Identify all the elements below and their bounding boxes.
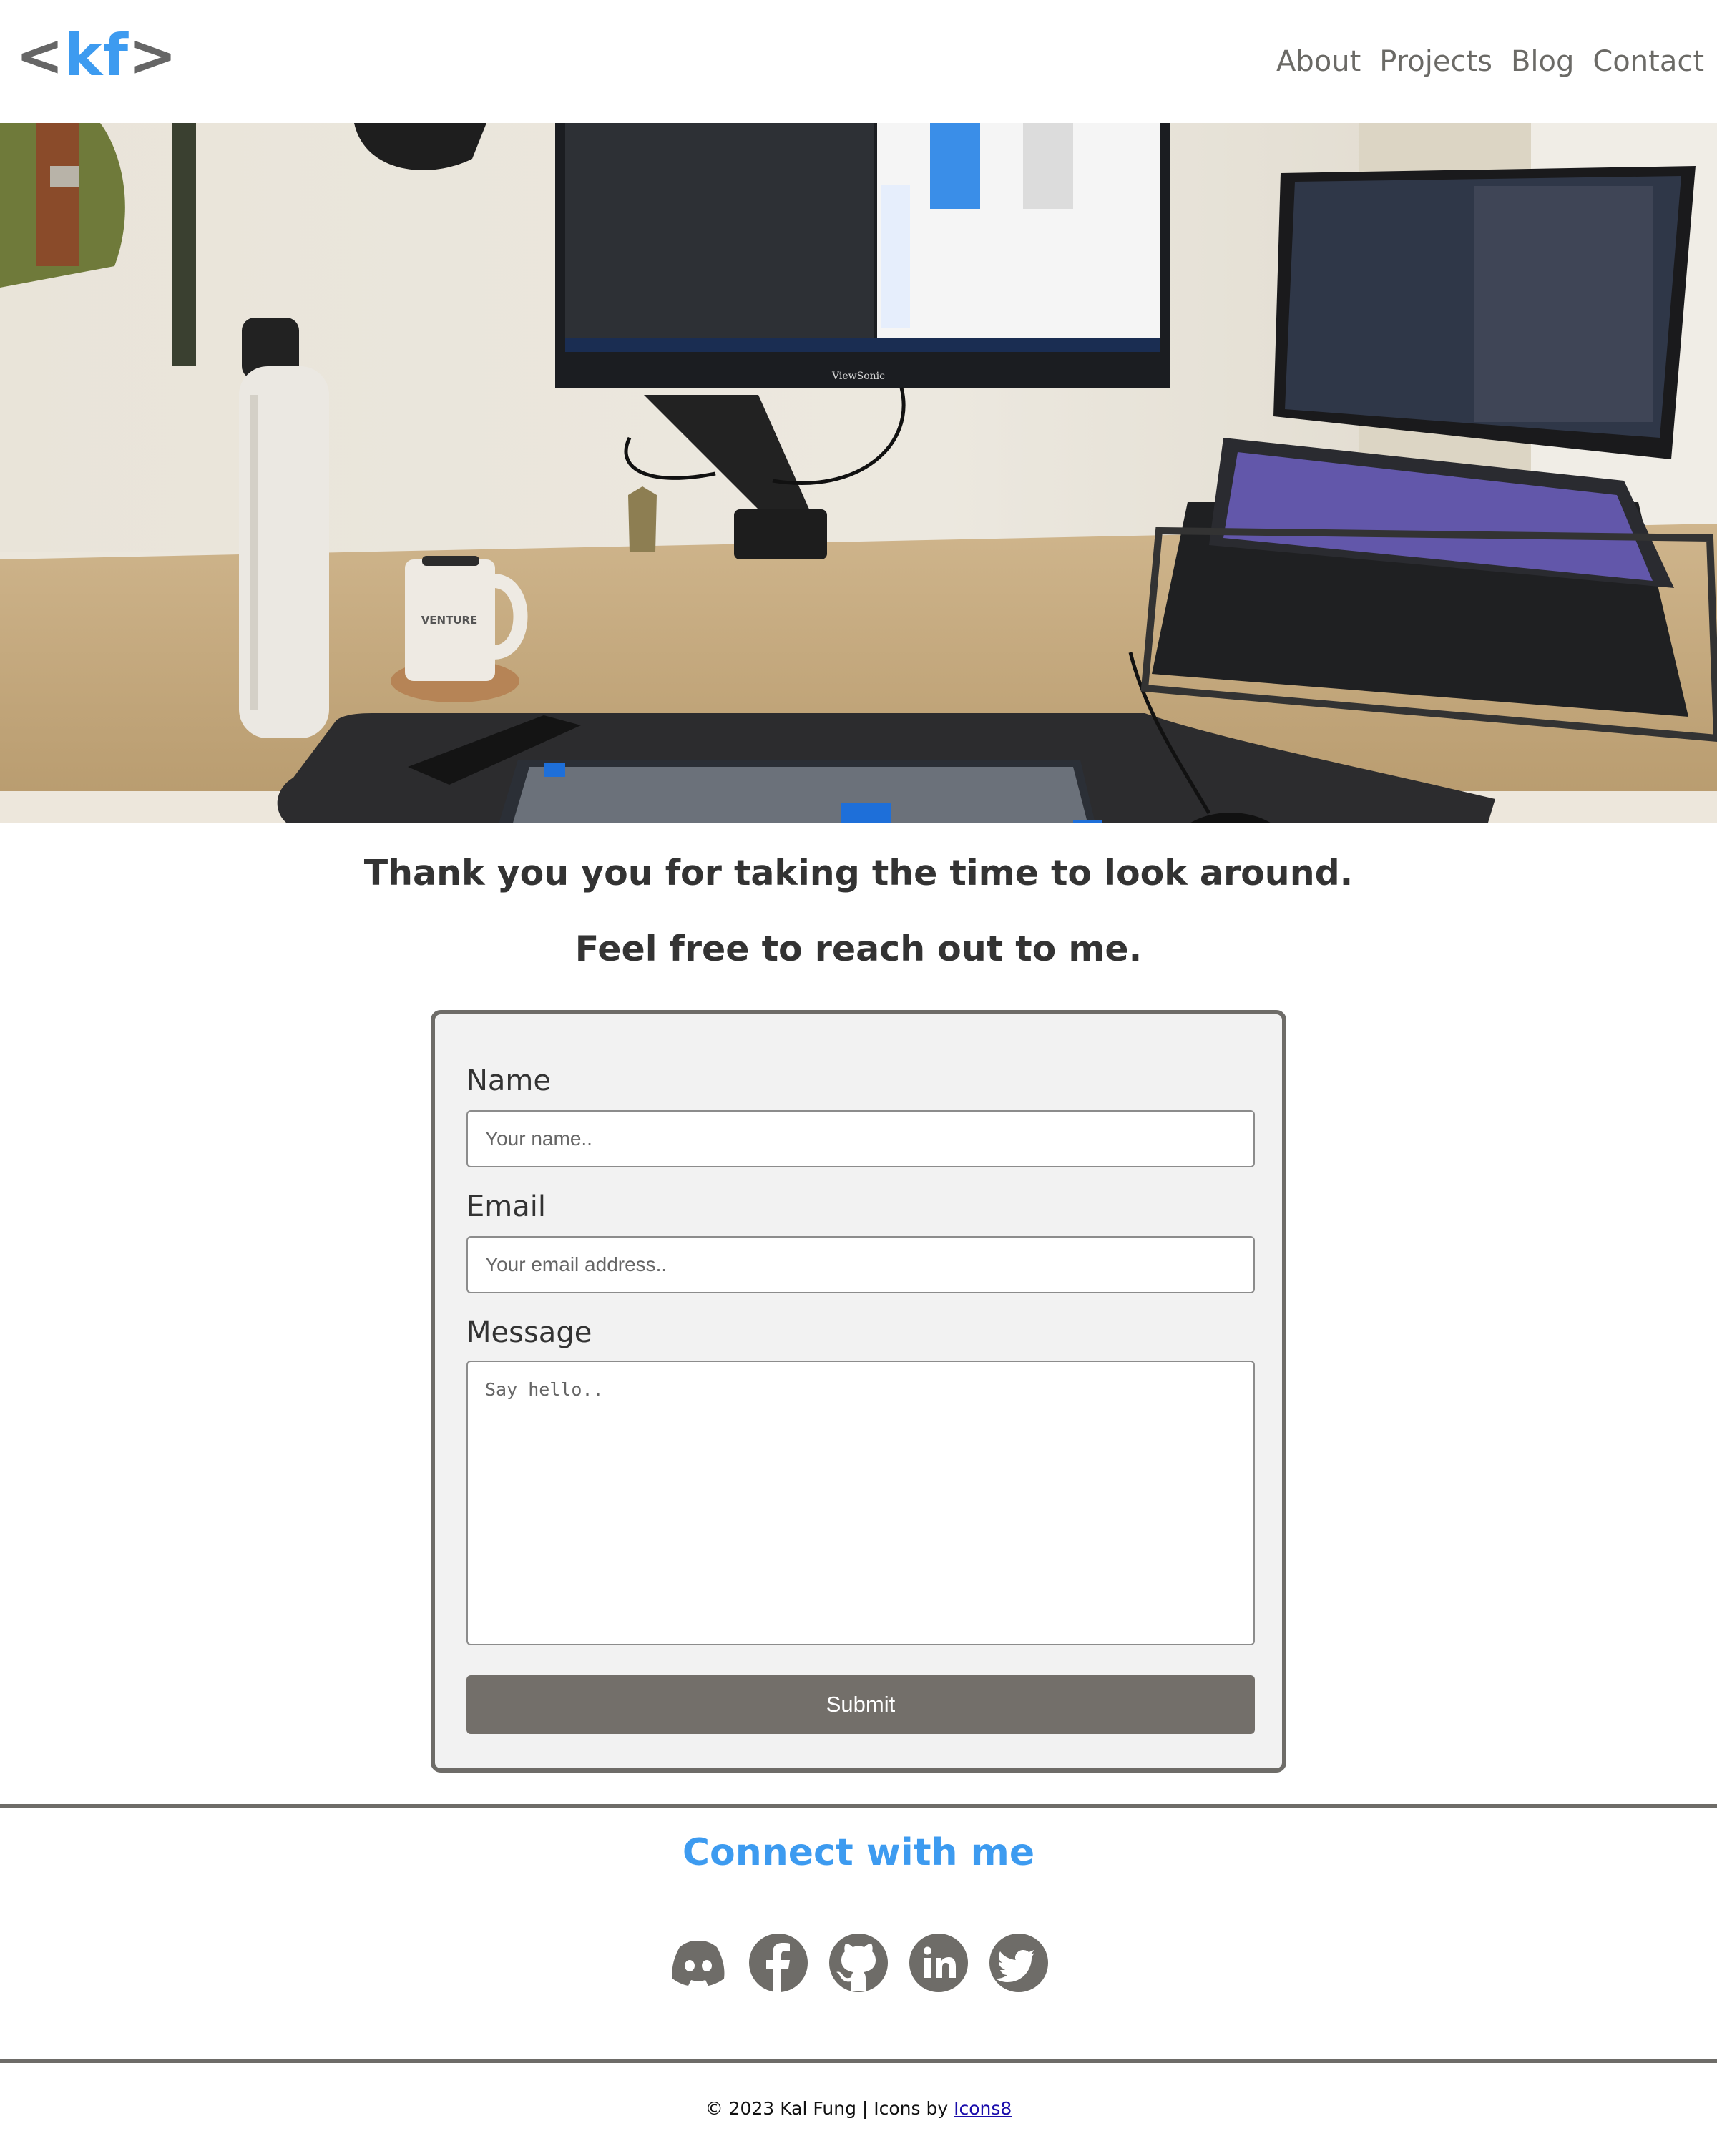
icons8-link[interactable]: Icons8 bbox=[954, 2098, 1012, 2119]
site-logo[interactable]: <kf> bbox=[16, 20, 177, 92]
reach-out-heading: Feel free to reach out to me. bbox=[574, 928, 1143, 969]
message-label: Message bbox=[466, 1316, 592, 1349]
facebook-icon[interactable] bbox=[747, 1931, 810, 1994]
logo-close-bracket: > bbox=[129, 22, 178, 89]
twitter-icon[interactable] bbox=[987, 1931, 1050, 1994]
submit-button[interactable]: Submit bbox=[466, 1675, 1255, 1734]
logo-open-bracket: < bbox=[16, 22, 65, 89]
discord-icon[interactable] bbox=[667, 1931, 730, 1994]
connect-heading: Connect with me bbox=[682, 1831, 1035, 1874]
section-divider-bottom bbox=[0, 2059, 1717, 2063]
site-header: <kf> About Projects Blog Contact bbox=[0, 0, 1717, 123]
nav-contact[interactable]: Contact bbox=[1593, 41, 1704, 82]
nav-projects[interactable]: Projects bbox=[1379, 41, 1492, 82]
message-textarea[interactable] bbox=[466, 1361, 1255, 1645]
linkedin-icon[interactable] bbox=[907, 1931, 970, 1994]
contact-form: Name Email Message Submit bbox=[431, 1010, 1286, 1773]
monitor-brand-text: ViewSonic bbox=[831, 371, 885, 382]
nav-blog[interactable]: Blog bbox=[1511, 41, 1574, 82]
mug-text: VENTURE bbox=[421, 614, 478, 627]
github-icon[interactable] bbox=[827, 1931, 890, 1994]
nav-about[interactable]: About bbox=[1276, 41, 1361, 82]
social-links bbox=[0, 1931, 1717, 1994]
name-label: Name bbox=[466, 1064, 552, 1097]
copyright-text: © 2023 Kal Fung | Icons by bbox=[705, 2098, 954, 2119]
thank-you-heading: Thank you you for taking the time to loo… bbox=[363, 853, 1354, 893]
site-footer: © 2023 Kal Fung | Icons by Icons8 bbox=[0, 2098, 1717, 2119]
hero-desk-photo: ViewSonic VENTURE bbox=[0, 123, 1717, 823]
name-input[interactable] bbox=[466, 1110, 1255, 1167]
section-divider-top bbox=[0, 1804, 1717, 1808]
email-input[interactable] bbox=[466, 1236, 1255, 1293]
email-label: Email bbox=[466, 1190, 546, 1223]
main-nav: About Projects Blog Contact bbox=[1276, 41, 1704, 82]
logo-initials: kf bbox=[64, 22, 129, 89]
